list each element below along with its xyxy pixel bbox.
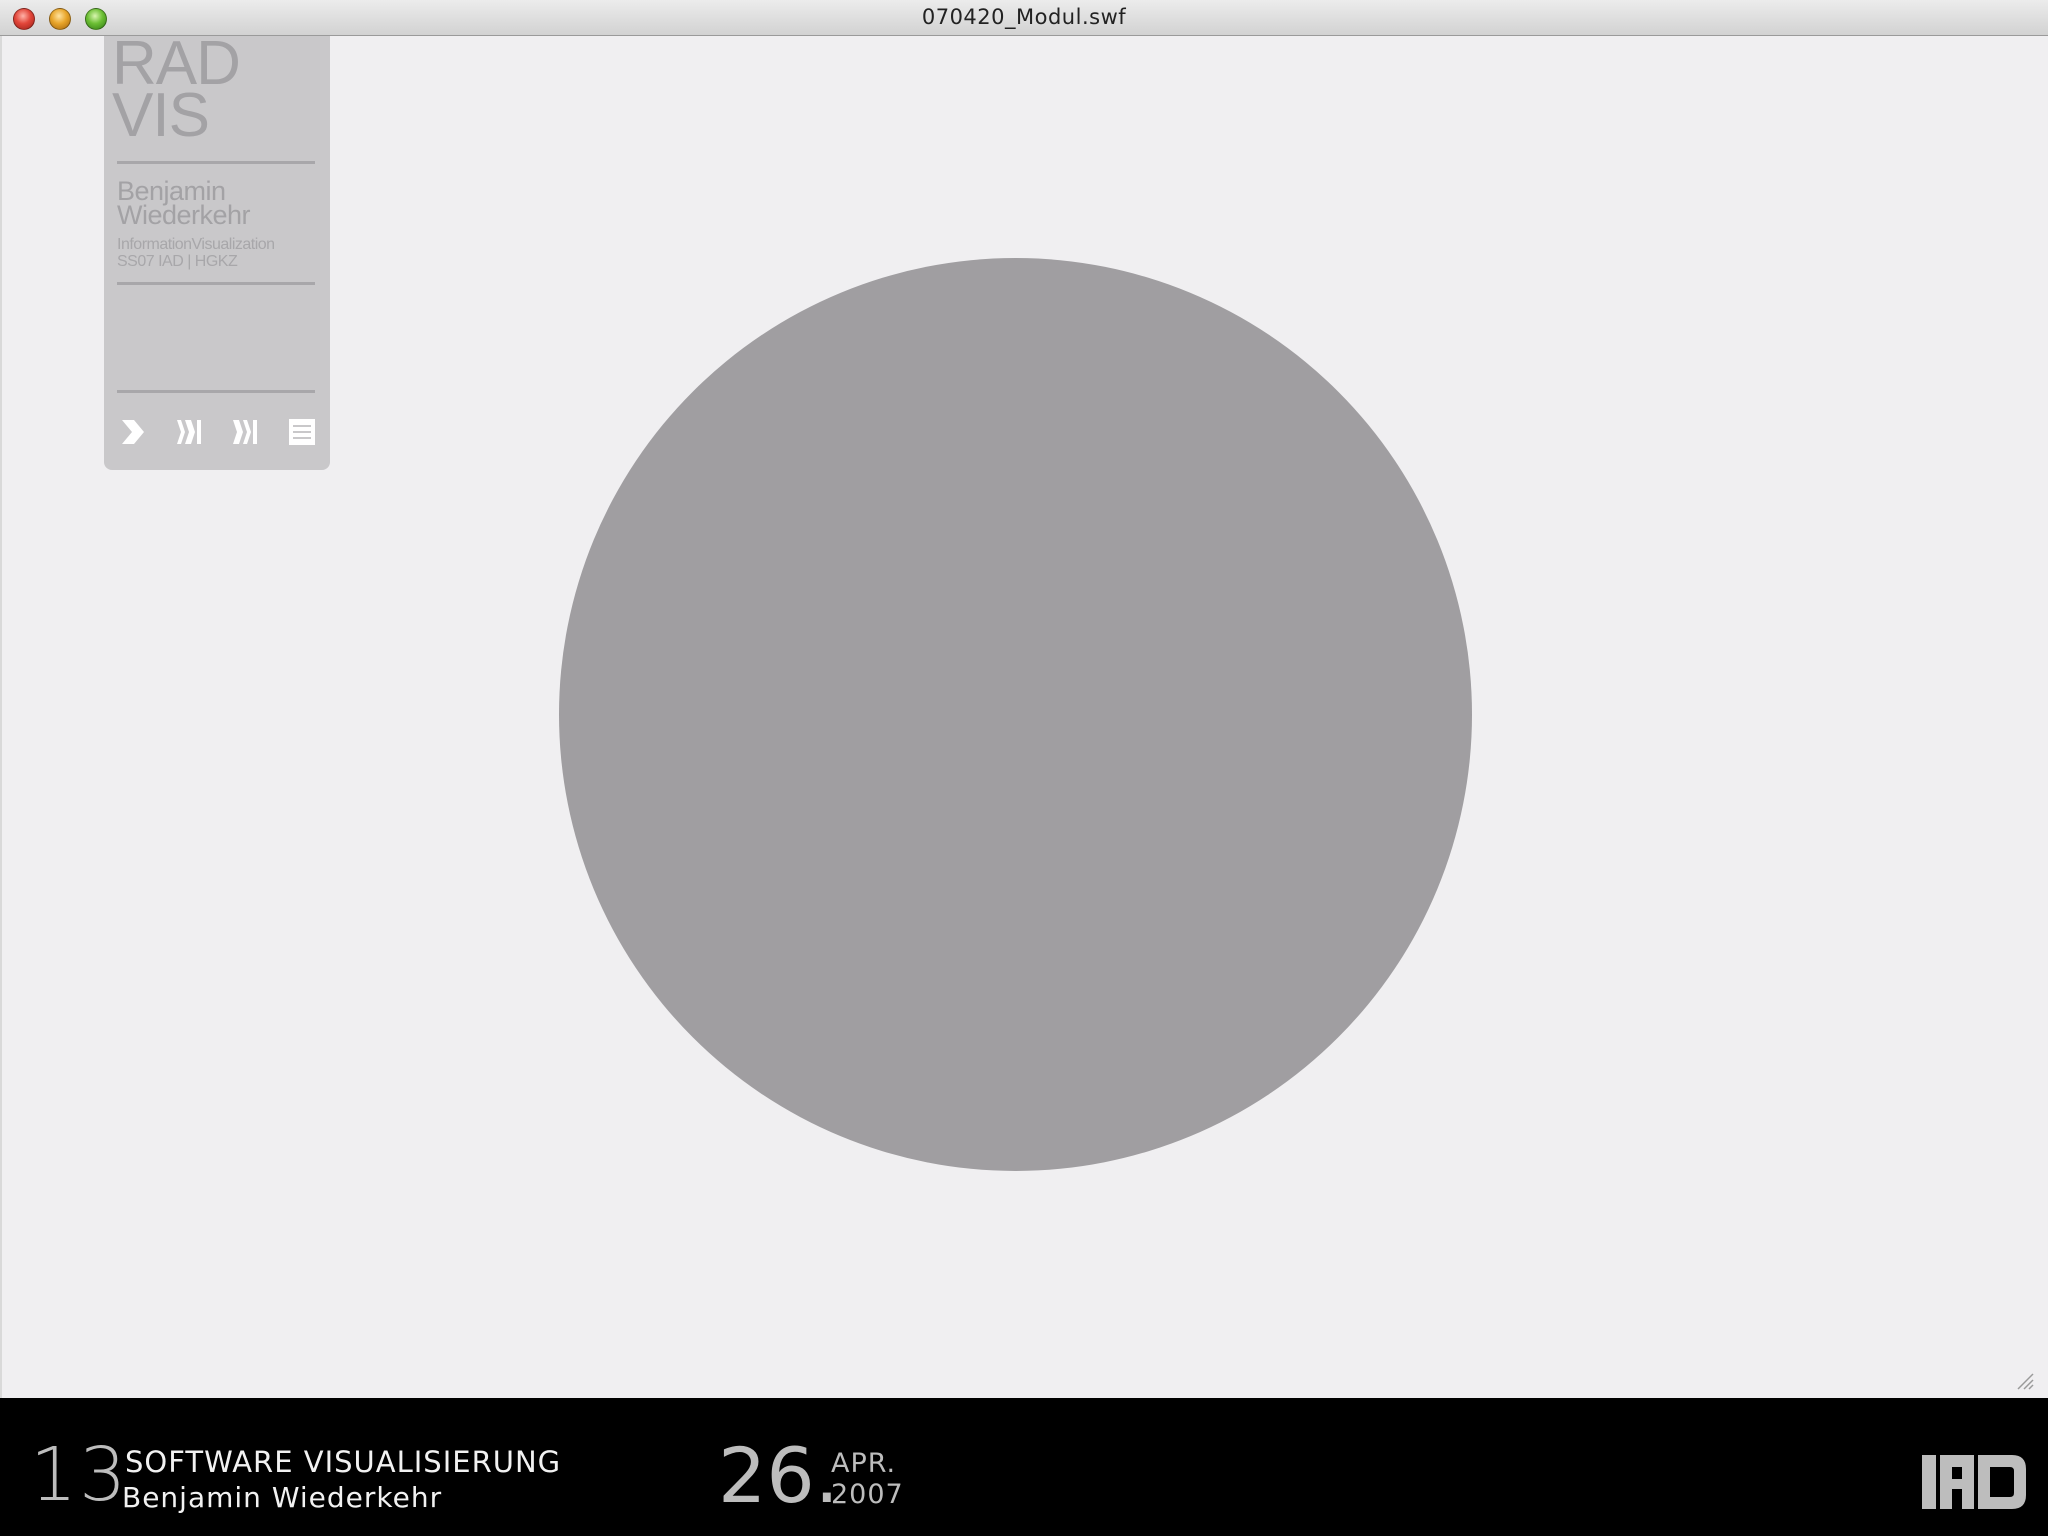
skip-icon <box>233 420 257 444</box>
visualization-circle <box>559 258 1472 1171</box>
resize-grip-icon[interactable] <box>2014 1370 2034 1390</box>
window-title: 070420_Modul.swf <box>921 5 1127 29</box>
radvis-logo: RAD VIS <box>112 33 241 147</box>
skip-button[interactable] <box>231 418 259 446</box>
play-icon <box>122 420 144 444</box>
course-term: SS07 IAD | HGKZ <box>117 253 238 270</box>
speaker-name: Benjamin Wiederkehr <box>122 1481 443 1514</box>
panel-author: Benjamin Wiederkehr <box>117 178 251 230</box>
step-button[interactable] <box>175 418 203 446</box>
author-last-name: Wiederkehr <box>117 200 251 230</box>
step-icon <box>177 420 201 444</box>
panel-divider <box>117 390 315 393</box>
date-month: APR. <box>831 1448 897 1479</box>
episode-title: SOFTWARE VISUALISIERUNG <box>125 1445 562 1479</box>
iad-logo <box>1922 1453 2026 1511</box>
panel-course: InformationVisualization SS07 IAD | HGKZ <box>117 236 275 270</box>
course-name: InformationVisualization <box>117 236 275 253</box>
title-bar[interactable]: 070420_Modul.swf <box>0 0 2048 36</box>
play-button[interactable] <box>120 418 148 446</box>
date-year: 2007 <box>831 1479 904 1510</box>
panel-divider <box>117 282 315 285</box>
app-window: 070420_Modul.swf RAD VIS Benjamin Wieder… <box>0 0 2048 1398</box>
episode-number: 13 <box>30 1432 129 1518</box>
menu-icon <box>289 419 315 445</box>
panel-divider <box>117 161 315 164</box>
date-day: 26. <box>718 1431 839 1520</box>
menu-button[interactable] <box>288 418 316 446</box>
